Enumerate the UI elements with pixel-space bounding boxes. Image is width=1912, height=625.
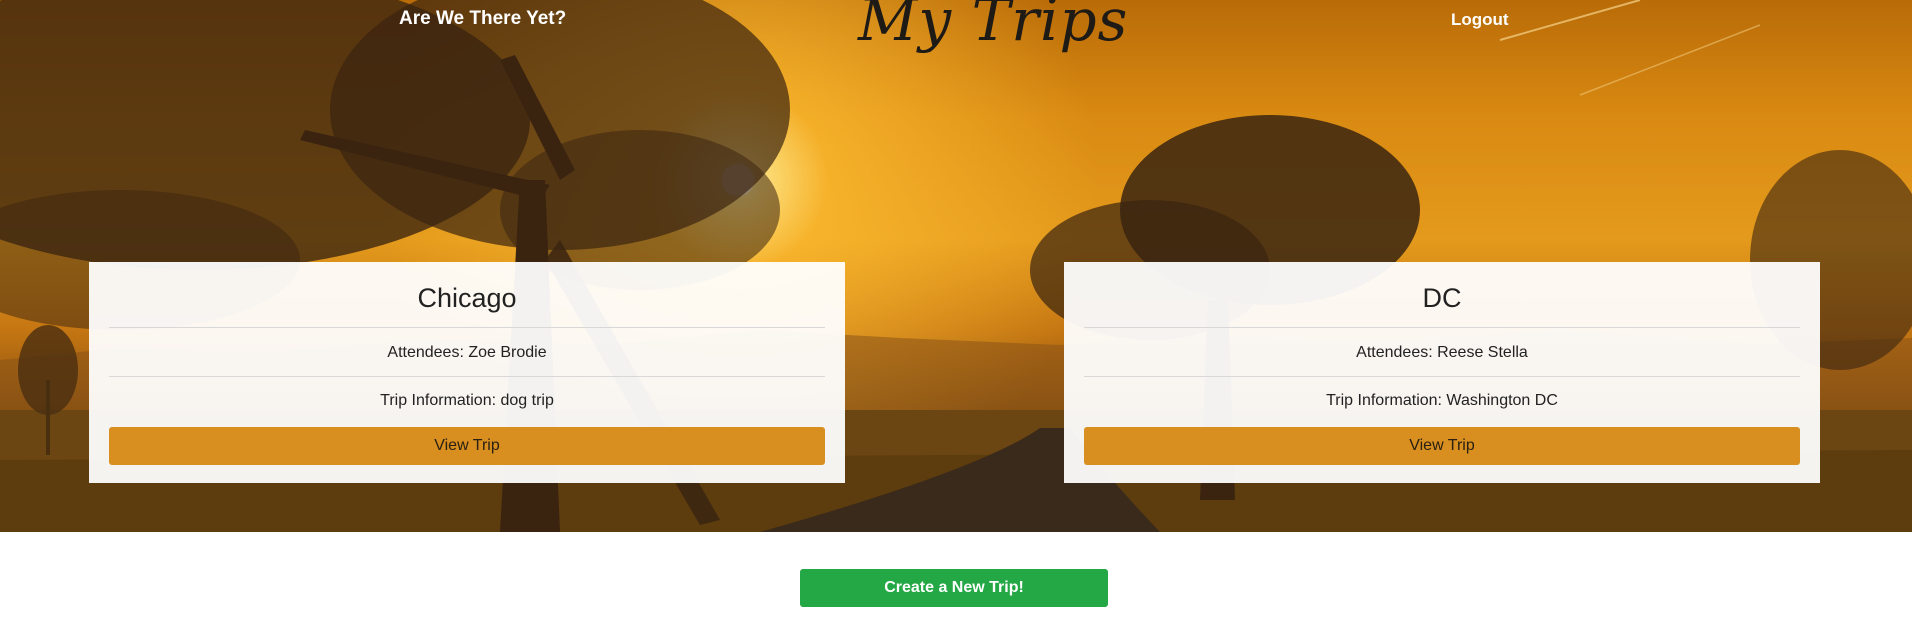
trip-attendees: Attendees: Zoe Brodie	[109, 328, 825, 377]
trip-info: Trip Information: dog trip	[380, 392, 554, 409]
trip-card-dc: DC Attendees: Reese Stella Trip Informat…	[1064, 262, 1820, 483]
page-title: My Trips	[858, 0, 1129, 54]
trip-title: Chicago	[109, 262, 825, 328]
trip-card-chicago: Chicago Attendees: Zoe Brodie Trip Infor…	[89, 262, 845, 483]
logout-link[interactable]: Logout	[1451, 10, 1509, 30]
create-trip-button[interactable]: Create a New Trip!	[800, 569, 1108, 607]
view-trip-button[interactable]: View Trip	[1084, 427, 1800, 465]
brand-link[interactable]: Are We There Yet?	[399, 8, 566, 30]
trip-info: Trip Information: Washington DC	[1326, 392, 1558, 409]
trip-title: DC	[1084, 262, 1800, 328]
view-trip-button[interactable]: View Trip	[109, 427, 825, 465]
hero-background: Are We There Yet? My Trips Logout Chicag…	[0, 0, 1912, 532]
trip-attendees: Attendees: Reese Stella	[1084, 328, 1800, 377]
